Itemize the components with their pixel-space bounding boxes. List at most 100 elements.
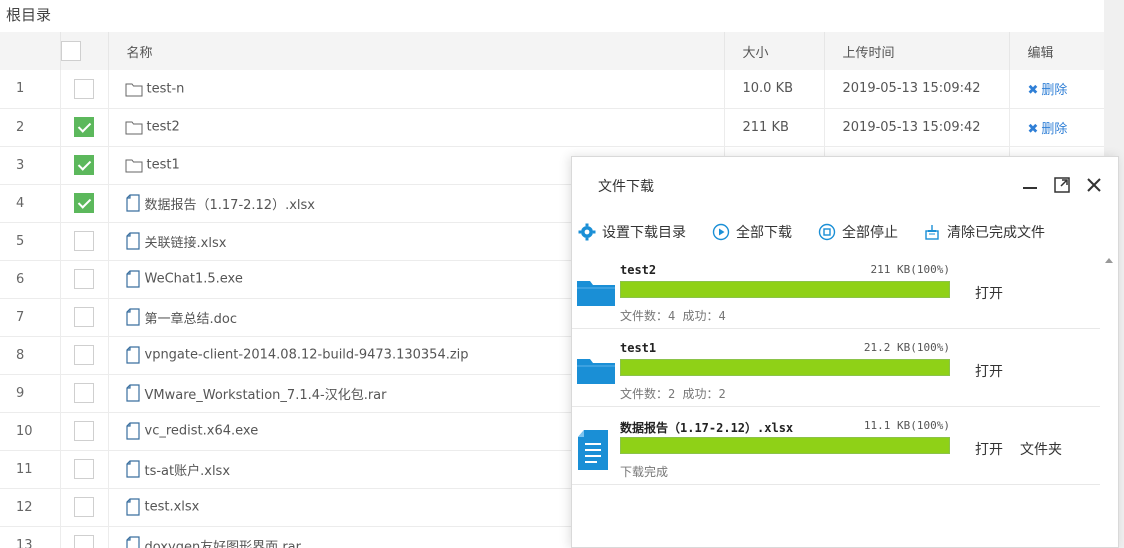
row-select-cell[interactable] [60, 374, 109, 413]
file-name-link[interactable]: test1 [147, 158, 180, 173]
maximize-icon[interactable] [1052, 175, 1072, 195]
file-name-link[interactable]: 第一章总结.doc [145, 312, 238, 327]
row-index: 10 [0, 412, 61, 451]
file-name-link[interactable]: 关联链接.xlsx [145, 236, 227, 251]
row-checkbox[interactable] [74, 421, 94, 441]
folder-icon [577, 359, 615, 384]
row-index: 8 [0, 336, 61, 375]
file-icon [125, 308, 140, 326]
row-name-cell[interactable]: test2 [108, 108, 725, 147]
minimize-icon[interactable] [1020, 175, 1040, 195]
row-checkbox[interactable] [74, 155, 94, 175]
header-size[interactable]: 大小 [724, 32, 825, 70]
stop-icon [818, 223, 836, 241]
close-icon[interactable] [1084, 175, 1104, 195]
download-scrollbar[interactable] [1102, 253, 1116, 547]
open-button[interactable]: 打开 [975, 361, 1003, 381]
file-name-link[interactable]: 数据报告（1.17-2.12）.xlsx [145, 198, 316, 213]
download-all-label: 全部下载 [736, 225, 792, 241]
file-icon [125, 346, 140, 364]
row-select-cell[interactable] [60, 298, 109, 337]
download-item: test2 211 KB(100%) 文件数：4 成功：4 打开 [572, 255, 1100, 329]
row-select-cell[interactable] [60, 108, 109, 147]
file-name-link[interactable]: ts-at账户.xlsx [145, 464, 231, 479]
download-item-name: test1 [620, 341, 657, 355]
row-checkbox[interactable] [74, 78, 94, 99]
row-index: 12 [0, 488, 61, 527]
delete-label: 删除 [1041, 83, 1068, 99]
file-icon [125, 270, 140, 288]
row-checkbox[interactable] [74, 231, 94, 251]
file-name-link[interactable]: VMware_Workstation_7.1.4-汉化包.rar [145, 388, 387, 403]
open-button[interactable]: 打开 [975, 283, 1003, 303]
row-select-cell[interactable] [60, 222, 109, 261]
download-item-size: 21.2 KB(100%) [863, 341, 950, 354]
download-item-name: 数据报告（1.17-2.12）.xlsx [620, 421, 794, 435]
row-checkbox[interactable] [74, 497, 94, 517]
row-checkbox[interactable] [74, 307, 94, 327]
row-checkbox[interactable] [74, 269, 94, 289]
row-checkbox[interactable] [74, 459, 94, 479]
row-select-cell[interactable] [60, 146, 109, 185]
file-name-link[interactable]: vpngate-client-2014.08.12-build-9473.130… [145, 348, 469, 363]
page-title: 根目录 [6, 6, 52, 24]
download-item-icon [576, 429, 610, 475]
gear-icon [578, 223, 596, 241]
file-name-link[interactable]: vc_redist.x64.exe [145, 424, 259, 439]
folder-icon [125, 121, 142, 135]
header-name[interactable]: 名称 [108, 32, 725, 70]
row-index: 4 [0, 184, 61, 223]
file-name-link[interactable]: WeChat1.5.exe [145, 272, 243, 287]
delete-button[interactable]: ✖ 删除 [1028, 122, 1068, 137]
download-all-button[interactable]: 全部下载 [712, 221, 792, 243]
header-select-all[interactable] [60, 32, 109, 70]
delete-x-icon: ✖ [1027, 83, 1039, 99]
set-download-dir-button[interactable]: 设置下载目录 [578, 221, 686, 243]
file-name-link[interactable]: doxygen友好图形界面.rar [145, 540, 301, 548]
scroll-up-icon[interactable] [1102, 253, 1116, 267]
row-select-cell[interactable] [60, 526, 109, 548]
table-row[interactable]: 1 test-n 10.0 KB 2019-05-13 15:09:42 ✖ 删除 [0, 70, 1104, 109]
download-item: 数据报告（1.17-2.12）.xlsx 11.1 KB(100%) 下载完成 打开文… [572, 411, 1100, 485]
file-name-link[interactable]: test2 [147, 120, 180, 135]
row-select-cell[interactable] [60, 184, 109, 223]
download-item-size: 211 KB(100%) [870, 263, 950, 276]
row-checkbox[interactable] [74, 345, 94, 365]
open-folder-button[interactable]: 文件夹 [1020, 439, 1062, 459]
row-index: 1 [0, 70, 61, 109]
file-name-link[interactable]: test-n [147, 81, 185, 96]
row-checkbox[interactable] [74, 383, 94, 403]
row-checkbox[interactable] [74, 193, 94, 213]
folder-icon [125, 83, 142, 97]
row-select-cell[interactable] [60, 70, 109, 109]
set-download-dir-label: 设置下载目录 [602, 225, 686, 241]
select-all-checkbox[interactable] [60, 41, 81, 61]
row-select-cell[interactable] [60, 412, 109, 451]
header-time[interactable]: 上传时间 [824, 32, 1010, 70]
row-name-cell[interactable]: test-n [108, 70, 725, 109]
stop-all-label: 全部停止 [842, 225, 898, 241]
file-icon [125, 232, 140, 250]
row-select-cell[interactable] [60, 336, 109, 375]
table-row[interactable]: 2 test2 211 KB 2019-05-13 15:09:42 ✖ 删除 [0, 108, 1104, 147]
row-checkbox[interactable] [74, 117, 94, 137]
open-button[interactable]: 打开 [975, 439, 1003, 459]
row-size: 211 KB [724, 108, 825, 147]
clear-completed-button[interactable]: 清除已完成文件 [923, 221, 1045, 243]
stop-all-button[interactable]: 全部停止 [818, 221, 898, 243]
row-index: 9 [0, 374, 61, 413]
download-item-status: 文件数：2 成功：2 [620, 387, 726, 401]
row-upload-time: 2019-05-13 15:09:42 [824, 108, 1010, 147]
row-index: 3 [0, 146, 61, 185]
file-name-link[interactable]: test.xlsx [145, 500, 200, 515]
download-panel-title: 文件下载 [598, 179, 654, 195]
row-select-cell[interactable] [60, 488, 109, 527]
row-index: 11 [0, 450, 61, 489]
download-item-icon [576, 355, 616, 389]
delete-button[interactable]: ✖ 删除 [1028, 83, 1068, 98]
row-select-cell[interactable] [60, 450, 109, 489]
row-checkbox[interactable] [74, 535, 94, 548]
row-index: 5 [0, 222, 61, 261]
row-select-cell[interactable] [60, 260, 109, 299]
header-index [0, 32, 61, 70]
